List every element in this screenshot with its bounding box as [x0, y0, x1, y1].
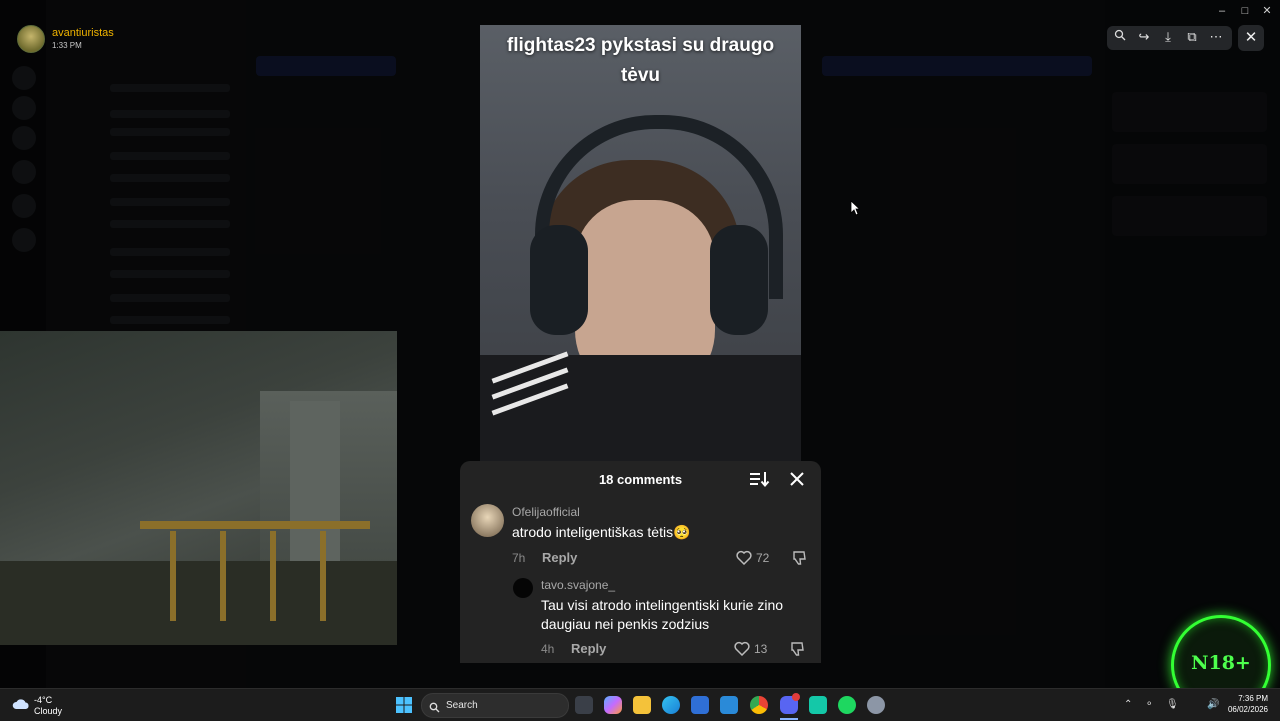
edge-icon[interactable] [662, 696, 680, 714]
mouse-cursor-icon [850, 200, 861, 216]
clock-time[interactable]: 7:36 PM [1228, 694, 1268, 703]
video-caption-line: tėvu [620, 65, 661, 86]
spotify-icon[interactable] [838, 696, 856, 714]
notification-badge [792, 693, 800, 701]
webcam-overlay [0, 331, 397, 645]
sort-icon[interactable] [748, 469, 770, 489]
microphone-icon[interactable]: 🎙 [1166, 699, 1179, 710]
taskbar: -4°C Cloudy Search ⌃ ⚬ 🎙 🔊 7:36 PM 06/02… [0, 688, 1280, 721]
video-frame-headphones [530, 225, 588, 335]
video-caption-line: flightas23 pykstasi su draugo [506, 35, 775, 56]
zoom-icon[interactable] [1109, 26, 1131, 48]
video-frame-headphones [710, 225, 768, 335]
like-icon[interactable] [736, 550, 752, 566]
video-frame-jacket [480, 355, 801, 462]
comment-username[interactable]: tavo.svajone_ [541, 578, 615, 592]
reply-button[interactable]: Reply [571, 641, 606, 656]
comment-text: Tau visi atrodo intelingentiski kurie zi… [541, 597, 784, 632]
close-icon[interactable]: ✕ [1238, 25, 1264, 51]
age-rating-label: N18+ [1191, 652, 1251, 674]
open-external-icon[interactable]: ⧉ [1181, 26, 1203, 48]
copilot-icon[interactable] [604, 696, 622, 714]
chevron-up-icon[interactable]: ⌃ [1124, 699, 1132, 710]
mail-icon[interactable] [720, 696, 738, 714]
dislike-icon[interactable] [789, 641, 805, 657]
webcam-railing [320, 531, 326, 621]
dislike-icon[interactable] [791, 550, 807, 566]
message-timestamp: 1:33 PM [52, 41, 82, 50]
comment-username[interactable]: Ofelijaofficial [512, 505, 580, 519]
comments-panel: 18 comments Ofelijaofficial atrodo intel… [460, 461, 821, 663]
reply-button[interactable]: Reply [542, 550, 577, 565]
maximize-icon[interactable]: □ [1234, 4, 1256, 18]
comment-text: atrodo inteligentiškas tėtis🥺 [512, 524, 691, 540]
cloud-icon[interactable] [12, 697, 30, 709]
window-close-icon[interactable]: ✕ [1256, 4, 1278, 18]
webcam-railing [270, 531, 276, 621]
avatar[interactable] [513, 578, 533, 598]
comment-age: 4h [541, 642, 555, 656]
minimize-icon[interactable]: – [1211, 4, 1233, 18]
store-icon[interactable] [691, 696, 709, 714]
search-icon [429, 700, 440, 713]
more-icon[interactable]: ⋯ [1205, 26, 1227, 48]
chrome-icon[interactable] [750, 696, 768, 714]
like-icon[interactable] [734, 641, 750, 657]
search-placeholder: Search [446, 700, 478, 711]
weather-description[interactable]: Cloudy [34, 706, 62, 716]
weather-temperature[interactable]: -4°C [34, 695, 52, 705]
video-caption: flightas23 pykstasi su draugo tėvu [480, 31, 801, 91]
network-icon[interactable]: ⚬ [1145, 699, 1153, 710]
settings-icon[interactable] [867, 696, 885, 714]
close-comments-icon[interactable] [787, 469, 807, 489]
download-icon[interactable]: ⤓ [1157, 26, 1179, 48]
avatar[interactable] [471, 504, 504, 537]
like-count: 72 [756, 551, 770, 565]
avatar[interactable] [17, 25, 45, 53]
webcam-railing [170, 531, 176, 621]
forward-icon[interactable]: ↪ [1133, 26, 1155, 48]
clock-date[interactable]: 06/02/2026 [1210, 705, 1268, 714]
video-player[interactable]: flightas23 pykstasi su draugo tėvu [480, 25, 801, 462]
discord-alt-icon[interactable] [809, 696, 827, 714]
search-input[interactable]: Search [421, 693, 569, 718]
like-count: 13 [754, 642, 768, 656]
windows-start-icon[interactable] [396, 697, 412, 713]
webcam-railing [220, 531, 226, 621]
file-explorer-icon[interactable] [633, 696, 651, 714]
comment-age: 7h [512, 551, 526, 565]
sender-username[interactable]: avantiuristas [52, 27, 114, 39]
task-view-icon[interactable] [575, 696, 593, 714]
